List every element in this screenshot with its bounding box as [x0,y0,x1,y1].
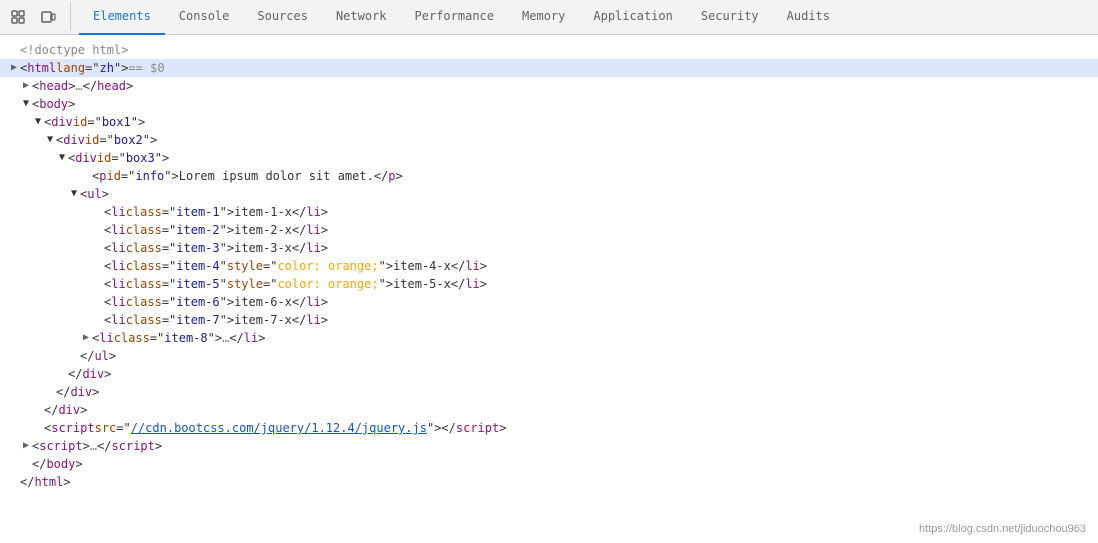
tab-sources[interactable]: Sources [243,0,322,35]
arrow-li-8[interactable]: ▶ [80,332,92,344]
tab-network[interactable]: Network [322,0,401,35]
arrow-script2[interactable]: ▶ [20,440,32,452]
arrow-box3[interactable]: ▼ [56,152,68,164]
line-close-html: ▶ </html> [0,473,1098,491]
line-li-3[interactable]: ▶ <li class="item-3" > item-3-x </li> [0,239,1098,257]
tab-application[interactable]: Application [579,0,686,35]
line-close-ul: ▶ </ul> [0,347,1098,365]
line-close-body: ▶ </body> [0,455,1098,473]
arrow-box1[interactable]: ▼ [32,116,44,128]
line-li-7[interactable]: ▶ <li class="item-7" > item-7-x </li> [0,311,1098,329]
line-close-div2: ▶ </div> [0,383,1098,401]
arrow-ul[interactable]: ▼ [68,188,80,200]
line-head[interactable]: ▶ <head>…</head> [0,77,1098,95]
line-script2[interactable]: ▶ <script> … </script> [0,437,1098,455]
line-close-div3: ▶ </div> [0,365,1098,383]
line-div-box3[interactable]: ▼ <div id="box3" > [0,149,1098,167]
devtools-content: ▶ <!doctype html> ▶ <html lang="zh" > ==… [0,35,1098,543]
line-doctype: ▶ <!doctype html> [0,41,1098,59]
tab-elements[interactable]: Elements [79,0,165,35]
line-li-4[interactable]: ▶ <li class="item-4" style="color: orang… [0,257,1098,275]
tab-console[interactable]: Console [165,0,244,35]
line-li-8[interactable]: ▶ <li class="item-8" > … </li> [0,329,1098,347]
arrow-body[interactable]: ▼ [20,98,32,110]
line-script-cdn[interactable]: ▶ <script src="//cdn.bootcss.com/jquery/… [0,419,1098,437]
line-li-2[interactable]: ▶ <li class="item-2" > item-2-x </li> [0,221,1098,239]
line-close-div1: ▶ </div> [0,401,1098,419]
line-li-5[interactable]: ▶ <li class="item-5" style="color: orang… [0,275,1098,293]
toolbar-icons [4,3,71,31]
line-li-6[interactable]: ▶ <li class="item-6" > item-6-x </li> [0,293,1098,311]
tabs-container: Elements Console Sources Network Perform… [79,0,844,35]
line-body[interactable]: ▼ <body> [0,95,1098,113]
tab-memory[interactable]: Memory [508,0,579,35]
line-li-1[interactable]: ▶ <li class="item-1" > item-1-x </li> [0,203,1098,221]
tab-audits[interactable]: Audits [773,0,844,35]
watermark: https://blog.csdn.net/jiduochou963 [919,523,1086,535]
line-div-box2[interactable]: ▼ <div id="box2" > [0,131,1098,149]
line-div-box1[interactable]: ▼ <div id="box1" > [0,113,1098,131]
line-html[interactable]: ▶ <html lang="zh" > == $0 [0,59,1098,77]
tab-security[interactable]: Security [687,0,773,35]
line-ul[interactable]: ▼ <ul> [0,185,1098,203]
tab-performance[interactable]: Performance [401,0,508,35]
devtools-toolbar: Elements Console Sources Network Perform… [0,0,1098,35]
arrow-box2[interactable]: ▼ [44,134,56,146]
device-icon-button[interactable] [34,3,62,31]
line-p-info[interactable]: ▶ <p id="info" > Lorem ipsum dolor sit a… [0,167,1098,185]
arrow-html[interactable]: ▶ [8,62,20,74]
cursor-icon-button[interactable] [4,3,32,31]
arrow-head[interactable]: ▶ [20,80,32,92]
